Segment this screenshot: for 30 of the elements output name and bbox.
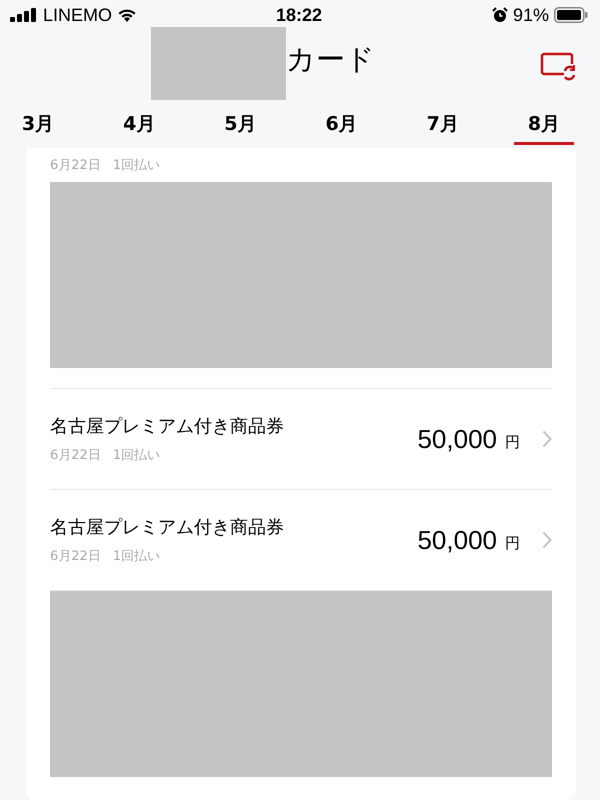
battery-icon	[554, 7, 588, 23]
transaction-date: 6月22日	[50, 157, 101, 174]
chevron-right-icon	[542, 531, 552, 549]
alarm-clock-icon	[492, 7, 508, 23]
transaction-row[interactable]: 名古屋プレミアム付き商品券 6月22日 1回払い 50,000 円	[50, 388, 552, 490]
month-tab[interactable]: 6月	[312, 110, 372, 145]
month-tab[interactable]: 7月	[412, 110, 473, 145]
chevron-right-icon	[542, 430, 552, 448]
clock-time: 18:22	[276, 4, 322, 26]
month-tab[interactable]: 4月	[109, 110, 170, 145]
currency-unit: 円	[505, 534, 520, 552]
payment-type: 1回払い	[112, 447, 160, 464]
transaction-date: 6月22日	[50, 447, 101, 464]
currency-unit: 円	[505, 432, 520, 452]
payment-type: 1回払い	[112, 157, 160, 174]
signal-icon	[10, 8, 38, 22]
page-title: カード	[286, 41, 375, 78]
merchant-name: 名古屋プレミアム付き商品券	[50, 415, 284, 438]
amount: 50,000	[417, 424, 497, 454]
merchant-name: 名古屋プレミアム付き商品券	[50, 516, 284, 539]
amount: 50,000	[417, 524, 497, 556]
transaction-date: 6月22日	[50, 548, 101, 565]
wifi-icon	[117, 8, 138, 22]
card-refresh-icon[interactable]	[540, 52, 576, 82]
payment-type: 1回払い	[112, 548, 160, 565]
carrier-name: LINEMO	[43, 4, 112, 26]
month-tab[interactable]: 5月	[210, 110, 270, 145]
month-tab[interactable]: 3月	[8, 110, 68, 145]
battery-percent: 91%	[512, 4, 549, 26]
month-tab[interactable]: 8月	[514, 110, 574, 145]
